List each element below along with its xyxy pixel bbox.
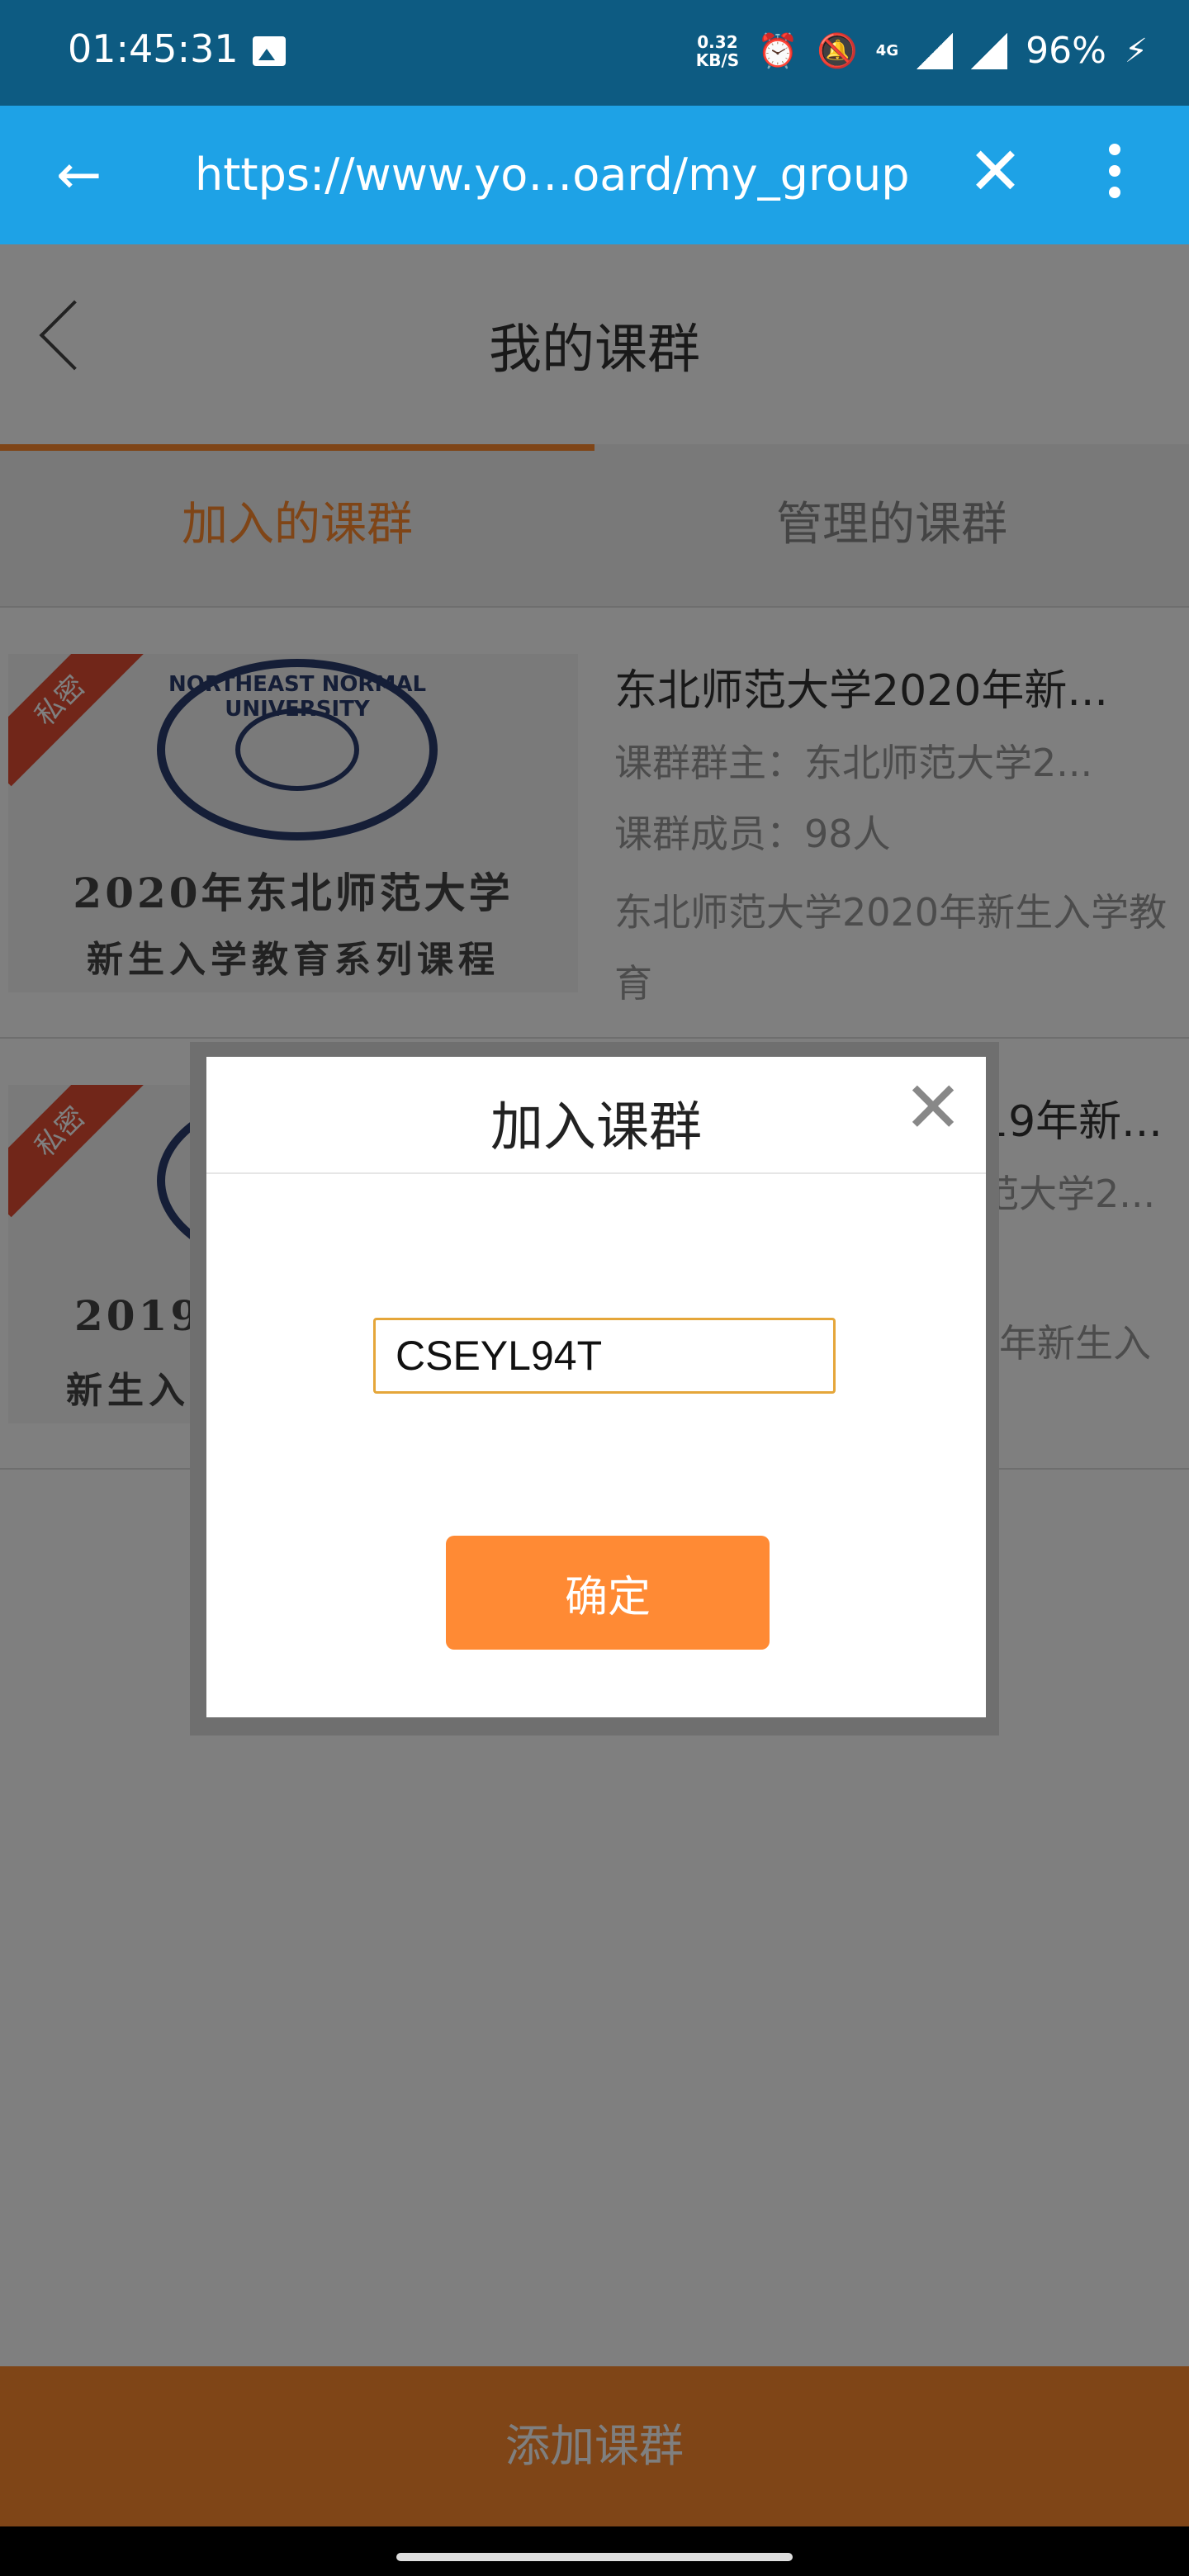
- browser-toolbar: ← https://www.yo…oard/my_group ✕: [0, 106, 1189, 244]
- network-speed: 0.32 KB/S: [696, 33, 739, 69]
- join-group-dialog: 加入课群 ✕ 确定: [206, 1057, 986, 1717]
- browser-back-icon[interactable]: ←: [56, 142, 122, 208]
- network-speed-value: 0.32: [697, 31, 738, 52]
- overflow-menu-icon[interactable]: [1098, 139, 1131, 213]
- close-icon[interactable]: ✕: [900, 1073, 966, 1144]
- signal-icon: [917, 32, 954, 69]
- charging-icon: ⚡: [1124, 31, 1148, 70]
- home-gesture-handle[interactable]: [396, 2553, 793, 2561]
- dialog-header: 加入课群 ✕: [206, 1057, 986, 1174]
- status-bar: 01:45:31 0.32 KB/S ⏰ 🔕 4G 96% ⚡: [0, 0, 1189, 106]
- mute-bell-icon: 🔕: [816, 32, 858, 70]
- url-text[interactable]: https://www.yo…oard/my_group: [195, 149, 910, 201]
- status-indicators: 0.32 KB/S ⏰ 🔕 4G 96% ⚡: [696, 30, 1148, 72]
- alarm-icon: ⏰: [757, 32, 798, 70]
- status-time: 01:45:31: [68, 26, 239, 71]
- dialog-title: 加入课群: [490, 1097, 702, 1158]
- browser-close-icon[interactable]: ✕: [968, 139, 1023, 205]
- confirm-button[interactable]: 确定: [446, 1536, 770, 1650]
- image-notification-icon: [253, 36, 286, 66]
- group-code-input[interactable]: [373, 1318, 836, 1394]
- network-type-label: 4G: [875, 42, 899, 59]
- network-speed-unit: KB/S: [695, 50, 740, 70]
- signal-icon-2: [971, 32, 1008, 69]
- battery-percent: 96%: [1026, 30, 1106, 72]
- system-nav-bar: [0, 2526, 1189, 2576]
